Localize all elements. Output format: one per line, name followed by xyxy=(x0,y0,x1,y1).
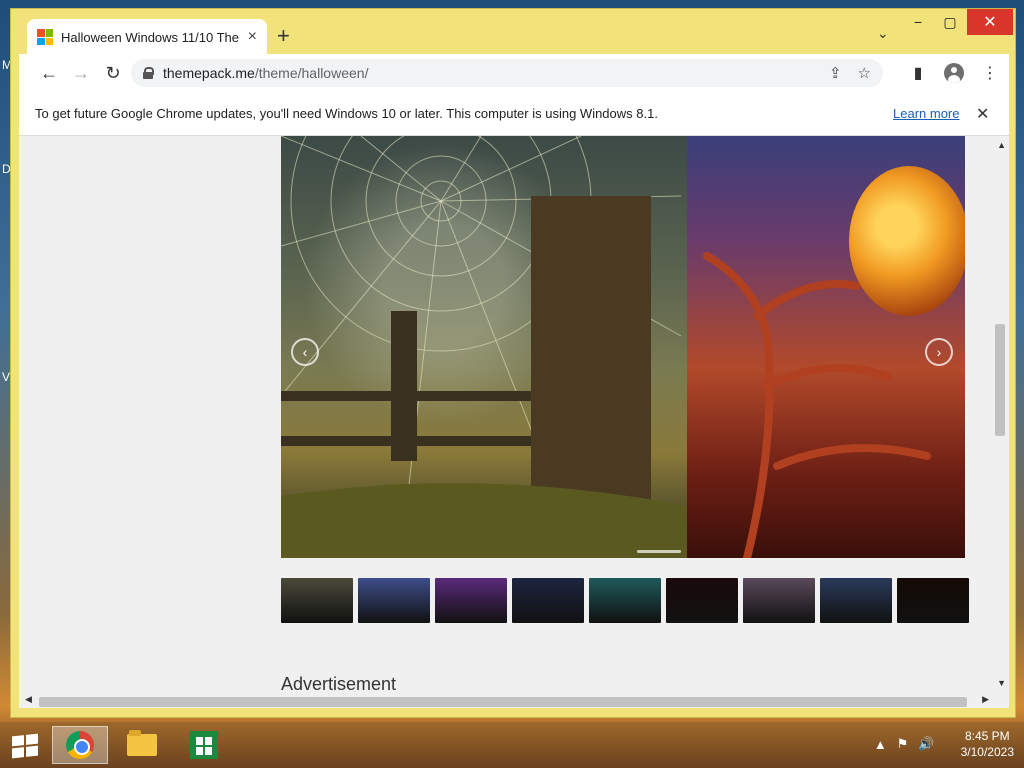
back-icon[interactable]: ← xyxy=(33,57,65,89)
close-window-button[interactable]: ✕ xyxy=(967,9,1013,35)
forward-icon[interactable]: → xyxy=(65,57,97,89)
theme-thumbnail[interactable] xyxy=(666,578,738,623)
theme-slideshow[interactable]: ‹ › xyxy=(281,136,965,558)
slide-image-spiderweb xyxy=(281,136,687,558)
taskbar-store-button[interactable] xyxy=(176,726,232,764)
theme-thumbnail[interactable] xyxy=(358,578,430,623)
browser-tab[interactable]: Halloween Windows 11/10 Theme × xyxy=(27,19,267,55)
bookmark-star-icon[interactable]: ☆ xyxy=(858,64,871,82)
start-windows-icon[interactable] xyxy=(12,733,38,759)
store-icon xyxy=(190,731,218,759)
browser-window: Halloween Windows 11/10 Theme × + ⌄ − ▢ … xyxy=(10,8,1016,718)
url-host: themepack.me xyxy=(163,65,255,81)
vertical-scroll-thumb[interactable] xyxy=(995,324,1005,436)
theme-thumbnail[interactable] xyxy=(281,578,353,623)
lock-icon[interactable] xyxy=(143,67,154,79)
chrome-icon xyxy=(66,731,94,759)
page-viewport: ‹ › Advertisement ▲ ▼ ◀ ▶ xyxy=(19,136,1009,708)
slider-next-button[interactable]: › xyxy=(925,338,953,366)
learn-more-link[interactable]: Learn more xyxy=(893,106,959,121)
spiderweb-graphic xyxy=(281,136,687,558)
tab-close-icon[interactable]: × xyxy=(248,28,257,46)
horizontal-scrollbar[interactable]: ◀ ▶ xyxy=(19,694,993,708)
horizontal-scroll-thumb[interactable] xyxy=(39,697,967,707)
share-icon[interactable]: ⇪ xyxy=(829,64,842,82)
taskbar-file-explorer-button[interactable] xyxy=(114,726,170,764)
tray-expand-icon[interactable]: ▲ xyxy=(874,737,887,752)
clock-date: 3/10/2023 xyxy=(960,745,1014,759)
update-infobar: To get future Google Chrome updates, you… xyxy=(19,92,1009,136)
maximize-button[interactable]: ▢ xyxy=(935,9,965,35)
slider-prev-button[interactable]: ‹ xyxy=(291,338,319,366)
windows-favicon-icon xyxy=(37,29,53,45)
avatar-icon xyxy=(944,63,964,83)
network-icon[interactable]: ⚑ xyxy=(897,736,909,752)
folder-icon xyxy=(127,730,157,756)
scroll-right-icon[interactable]: ▶ xyxy=(982,694,989,705)
tab-search-icon[interactable]: ⌄ xyxy=(877,25,889,42)
taskbar: ▲ ⚑ 🔊 8:45 PM 3/10/2023 xyxy=(0,722,1024,768)
advertisement-label: Advertisement xyxy=(281,674,397,694)
clock[interactable]: 8:45 PM 3/10/2023 xyxy=(961,728,1014,760)
vertical-scrollbar[interactable]: ▲ ▼ xyxy=(993,136,1009,708)
desktop-icon-label: V xyxy=(2,370,11,384)
theme-thumbnail[interactable] xyxy=(897,578,969,623)
title-bar: Halloween Windows 11/10 Theme × + ⌄ − ▢ … xyxy=(11,9,1015,55)
volume-icon[interactable]: 🔊 xyxy=(918,736,934,752)
pumpkin-graphic xyxy=(849,166,965,316)
scroll-up-icon[interactable]: ▲ xyxy=(997,140,1006,150)
reload-icon[interactable]: ↻ xyxy=(97,57,129,89)
new-tab-button[interactable]: + xyxy=(277,23,290,49)
theme-thumbnail[interactable] xyxy=(589,578,661,623)
system-tray: ▲ ⚑ 🔊 8:45 PM 3/10/2023 xyxy=(874,728,1014,760)
infobar-close-icon[interactable]: ✕ xyxy=(976,104,989,124)
url-path: /theme/halloween/ xyxy=(254,65,369,81)
infobar-message: To get future Google Chrome updates, you… xyxy=(35,106,658,121)
theme-thumbnail[interactable] xyxy=(743,578,815,623)
theme-thumbnail[interactable] xyxy=(435,578,507,623)
theme-thumbnail[interactable] xyxy=(820,578,892,623)
tab-title: Halloween Windows 11/10 Theme xyxy=(61,29,239,45)
address-bar[interactable]: themepack.me/theme/halloween/ ⇪ ☆ xyxy=(131,59,883,87)
clock-time: 8:45 PM xyxy=(964,729,1010,743)
taskbar-chrome-button[interactable] xyxy=(52,726,108,764)
thumbnail-strip xyxy=(281,578,969,623)
scroll-down-icon[interactable]: ▼ xyxy=(997,678,1006,688)
browser-toolbar: ← → ↻ themepack.me/theme/halloween/ ⇪ ☆ … xyxy=(19,54,1009,92)
scroll-left-icon[interactable]: ◀ xyxy=(25,694,32,705)
minimize-button[interactable]: − xyxy=(903,9,933,35)
theme-thumbnail[interactable] xyxy=(512,578,584,623)
side-panel-icon[interactable]: ▮ xyxy=(905,60,931,86)
slide-indicator[interactable] xyxy=(637,550,681,553)
menu-icon[interactable]: ⋮ xyxy=(977,60,1003,86)
profile-button[interactable] xyxy=(941,60,967,86)
